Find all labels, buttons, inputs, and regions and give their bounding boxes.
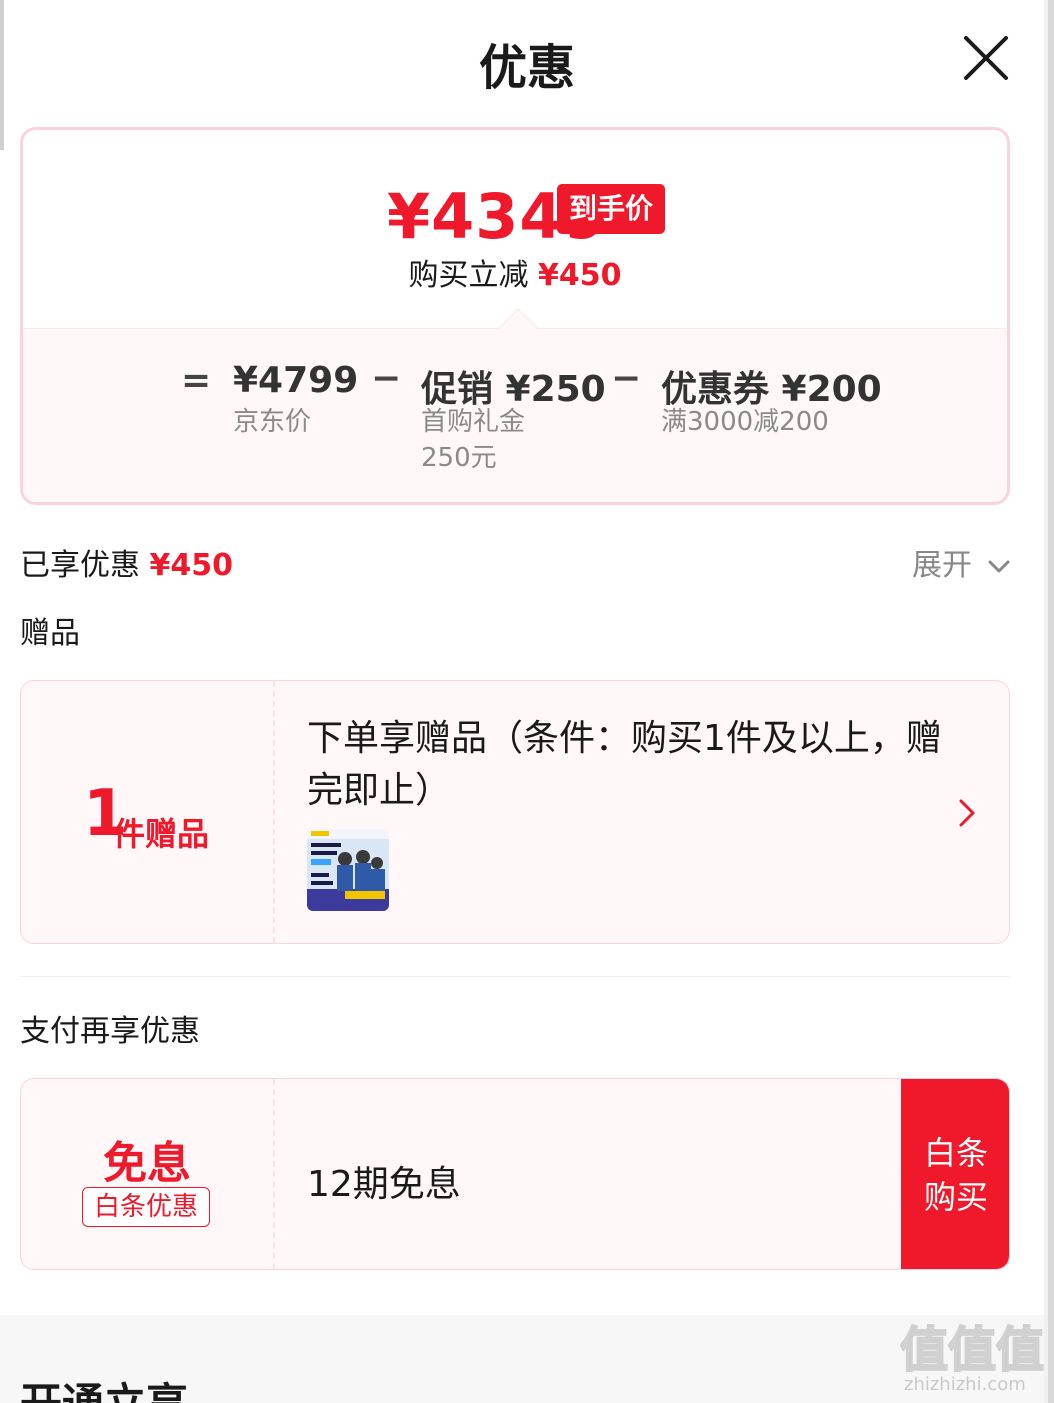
instant-discount-line: 购买立减 ¥450 <box>23 250 1007 294</box>
close-icon[interactable] <box>962 34 1010 82</box>
sheet-title: 优惠 <box>478 40 575 96</box>
interest-free-label: 免息 <box>103 1138 191 1189</box>
next-section-title: 开通立享 <box>20 1370 188 1403</box>
gift-description: 下单享赠品（条件：购买1件及以上，赠完即止） <box>307 718 942 811</box>
chevron-right-icon[interactable] <box>953 793 981 833</box>
promo-label: 首购礼金 <box>421 407 526 437</box>
card-divider <box>273 1079 275 1269</box>
price-breakdown-card: ¥4349 到手价 购买立减 ¥450 = ¥4799 京东价 − 促销 ¥25… <box>20 127 1010 505</box>
gifts-section-title: 赠品 <box>20 616 80 651</box>
scrollbar[interactable] <box>1048 0 1054 1403</box>
promo-amount-label: 250元 <box>421 443 497 473</box>
minus-sign: − <box>611 358 642 399</box>
enjoyed-discount-label: 已享优惠 <box>20 548 140 583</box>
pay-section-title: 支付再享优惠 <box>20 1014 200 1049</box>
gift-unit-label: 件赠品 <box>113 815 210 853</box>
enjoyed-discount-row: 已享优惠 ¥450 <box>20 540 233 584</box>
expand-button[interactable]: 展开 <box>912 540 1010 584</box>
expand-label: 展开 <box>912 548 972 583</box>
gift-card[interactable]: 1 件赠品 下单享赠品（条件：购买1件及以上，赠完即止） <box>20 680 1010 944</box>
jd-price-value: ¥4799 <box>233 360 359 401</box>
baitiao-offer-card: 免息 白条优惠 12期免息 白条 购买 <box>20 1078 1010 1270</box>
installment-description: 12期免息 <box>307 1164 461 1205</box>
jd-price-label: 京东价 <box>233 407 312 437</box>
watermark-glyphs: 值值值 <box>900 1322 1044 1378</box>
card-divider <box>273 681 275 943</box>
chevron-down-icon <box>988 560 1010 572</box>
equals-sign: = <box>181 360 212 401</box>
enjoyed-discount-amount: ¥450 <box>149 548 234 583</box>
baitiao-buy-line2: 购买 <box>923 1178 988 1216</box>
baitiao-buy-button[interactable]: 白条 购买 <box>901 1079 1009 1269</box>
coupon-label: 满3000减200 <box>661 407 829 437</box>
instant-discount-amount: ¥450 <box>538 258 622 293</box>
baitiao-tag: 白条优惠 <box>82 1187 210 1227</box>
section-divider <box>20 976 1010 977</box>
final-price-badge: 到手价 <box>557 184 666 234</box>
minus-sign: − <box>371 358 402 399</box>
instant-discount-label: 购买立减 <box>408 258 529 293</box>
baitiao-buy-line1: 白条 <box>923 1134 988 1172</box>
gift-thumbnail[interactable] <box>307 829 389 911</box>
watermark-text: zhizhizhi.com <box>904 1374 1026 1395</box>
